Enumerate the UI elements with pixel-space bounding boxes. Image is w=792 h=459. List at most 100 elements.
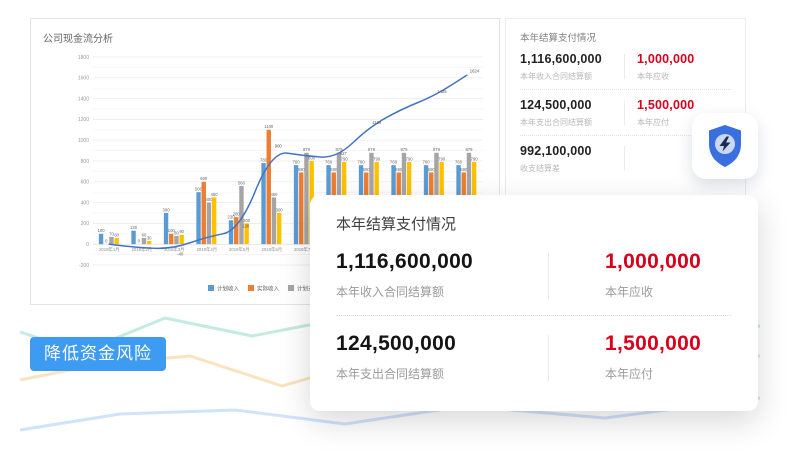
popup-receivable-value: 1,000,000: [605, 250, 701, 274]
legend-swatch: [208, 285, 214, 291]
payable-label: 本年应付: [637, 117, 694, 128]
bar-value-label: 790: [471, 156, 479, 161]
bar: [299, 172, 303, 244]
bar-value-label: 0: [138, 239, 141, 244]
x-axis-label: 2019年5月: [229, 246, 250, 253]
popup-expense-settlement-label: 本年支出合同结算额: [336, 365, 548, 382]
bar-value-label: 130: [130, 225, 138, 230]
legend-swatch: [248, 285, 254, 291]
bar-value-label: 60: [114, 232, 119, 237]
line-point-label: 130: [242, 224, 250, 229]
popup-expense-settlement-value: 124,500,000: [336, 332, 548, 356]
bar-value-label: 790: [341, 156, 349, 161]
bar-value-label: 200: [243, 218, 251, 223]
bar-value-label: 30: [147, 235, 152, 240]
line-point-label: 1624: [470, 68, 480, 73]
dotted-separator: [336, 315, 732, 316]
risk-reduction-tag: 降低资金风险: [30, 337, 166, 371]
bar-value-label: 600: [200, 176, 208, 181]
bar-value-label: 450: [270, 192, 278, 197]
y-axis-tick: 0: [86, 242, 89, 248]
popup-payable-value: 1,500,000: [605, 332, 701, 356]
bar-value-label: 760: [390, 160, 398, 165]
payable-value: 1,500,000: [637, 98, 694, 112]
balance-label: 收支结算差: [520, 163, 624, 174]
column-divider: [624, 54, 625, 79]
income-settlement-value: 1,116,600,000: [520, 52, 624, 66]
bar-value-label: 879: [433, 147, 441, 152]
security-icon-card[interactable]: [692, 113, 758, 179]
expense-settlement-label: 本年支出合同结算额: [520, 117, 624, 128]
income-settlement-label: 本年收入合同结算额: [520, 71, 624, 82]
bar: [169, 234, 173, 244]
bar-value-label: 790: [373, 156, 381, 161]
column-divider: [624, 100, 625, 125]
bar: [109, 237, 113, 244]
popup-title: 本年结算支付情况: [336, 213, 732, 234]
bar: [131, 231, 135, 245]
summary-row-income: 1,116,600,000 本年收入合同结算额 1,000,000 本年应收: [520, 44, 731, 89]
y-axis-tick: 1000: [78, 138, 89, 144]
bar-value-label: 760: [358, 160, 366, 165]
y-axis-tick: 1600: [78, 76, 89, 82]
y-axis-tick: 400: [81, 200, 90, 206]
popup-row-income: 1,116,600,000 本年收入合同结算额 1,000,000 本年应收: [336, 250, 732, 300]
bar: [147, 241, 151, 244]
shield-lightning-icon: [705, 124, 745, 168]
line-point-label: 827: [340, 151, 348, 156]
y-axis-tick: 1400: [78, 96, 89, 102]
y-axis-tick: 200: [81, 221, 90, 227]
column-divider: [624, 146, 625, 171]
legend-label: 计划收入: [217, 285, 240, 293]
bar: [179, 235, 183, 244]
bar: [174, 236, 178, 244]
bar-value-label: 300: [276, 207, 284, 212]
balance-value: 992,100,000: [520, 144, 624, 158]
bar: [272, 197, 276, 244]
popup-payable-label: 本年应付: [605, 365, 701, 382]
y-axis-tick: 600: [81, 180, 90, 186]
expense-settlement-value: 124,500,000: [520, 98, 624, 112]
bar: [99, 234, 103, 244]
bar-value-label: 760: [423, 160, 431, 165]
legend-swatch: [288, 285, 294, 291]
x-axis-label: 2019年6月: [261, 246, 282, 253]
bar-value-label: 450: [211, 192, 219, 197]
popup-row-expense: 124,500,000 本年支出合同结算额 1,500,000 本年应付: [336, 332, 732, 382]
line-point-label: -40: [177, 251, 184, 256]
line-point-label: 1126: [372, 120, 382, 125]
bar: [202, 182, 206, 244]
bar-value-label: 879: [400, 147, 408, 152]
bar: [114, 238, 118, 244]
popup-income-settlement-value: 1,116,600,000: [336, 250, 548, 274]
bar-value-label: 0: [105, 239, 108, 244]
x-axis-label: 2019年1月: [99, 246, 120, 253]
settlement-popup-card: 本年结算支付情况 1,116,600,000 本年收入合同结算额 1,000,0…: [310, 195, 758, 411]
x-axis-label: 2019年4月: [196, 246, 217, 253]
bar-value-label: 760: [293, 160, 301, 165]
y-axis-tick: 1800: [78, 55, 89, 61]
panel-title: 本年结算支付情况: [520, 30, 731, 44]
bar-value-label: 790: [406, 156, 414, 161]
legend-label: 实际收入: [257, 285, 280, 293]
bar-value-label: 879: [465, 147, 473, 152]
popup-receivable-label: 本年应收: [605, 283, 701, 300]
bar-value-label: 879: [368, 147, 376, 152]
bar-value-label: 879: [303, 147, 311, 152]
bar-value-label: 1100: [264, 124, 274, 129]
bar: [234, 217, 238, 244]
bar: [304, 153, 308, 244]
bar: [196, 192, 200, 244]
bar-value-label: 760: [455, 160, 463, 165]
y-axis-tick: 1200: [78, 117, 89, 123]
bar-value-label: 90: [179, 229, 184, 234]
y-axis-tick: 800: [81, 159, 90, 165]
bar: [229, 220, 233, 244]
y-axis-tick: -200: [79, 263, 89, 269]
receivable-value: 1,000,000: [637, 52, 694, 66]
bar-value-label: 560: [238, 180, 246, 185]
line-point-label: 1425: [437, 89, 447, 94]
bar-value-label: 100: [98, 228, 106, 233]
bar: [294, 165, 298, 244]
bar-value-label: 760: [325, 160, 333, 165]
